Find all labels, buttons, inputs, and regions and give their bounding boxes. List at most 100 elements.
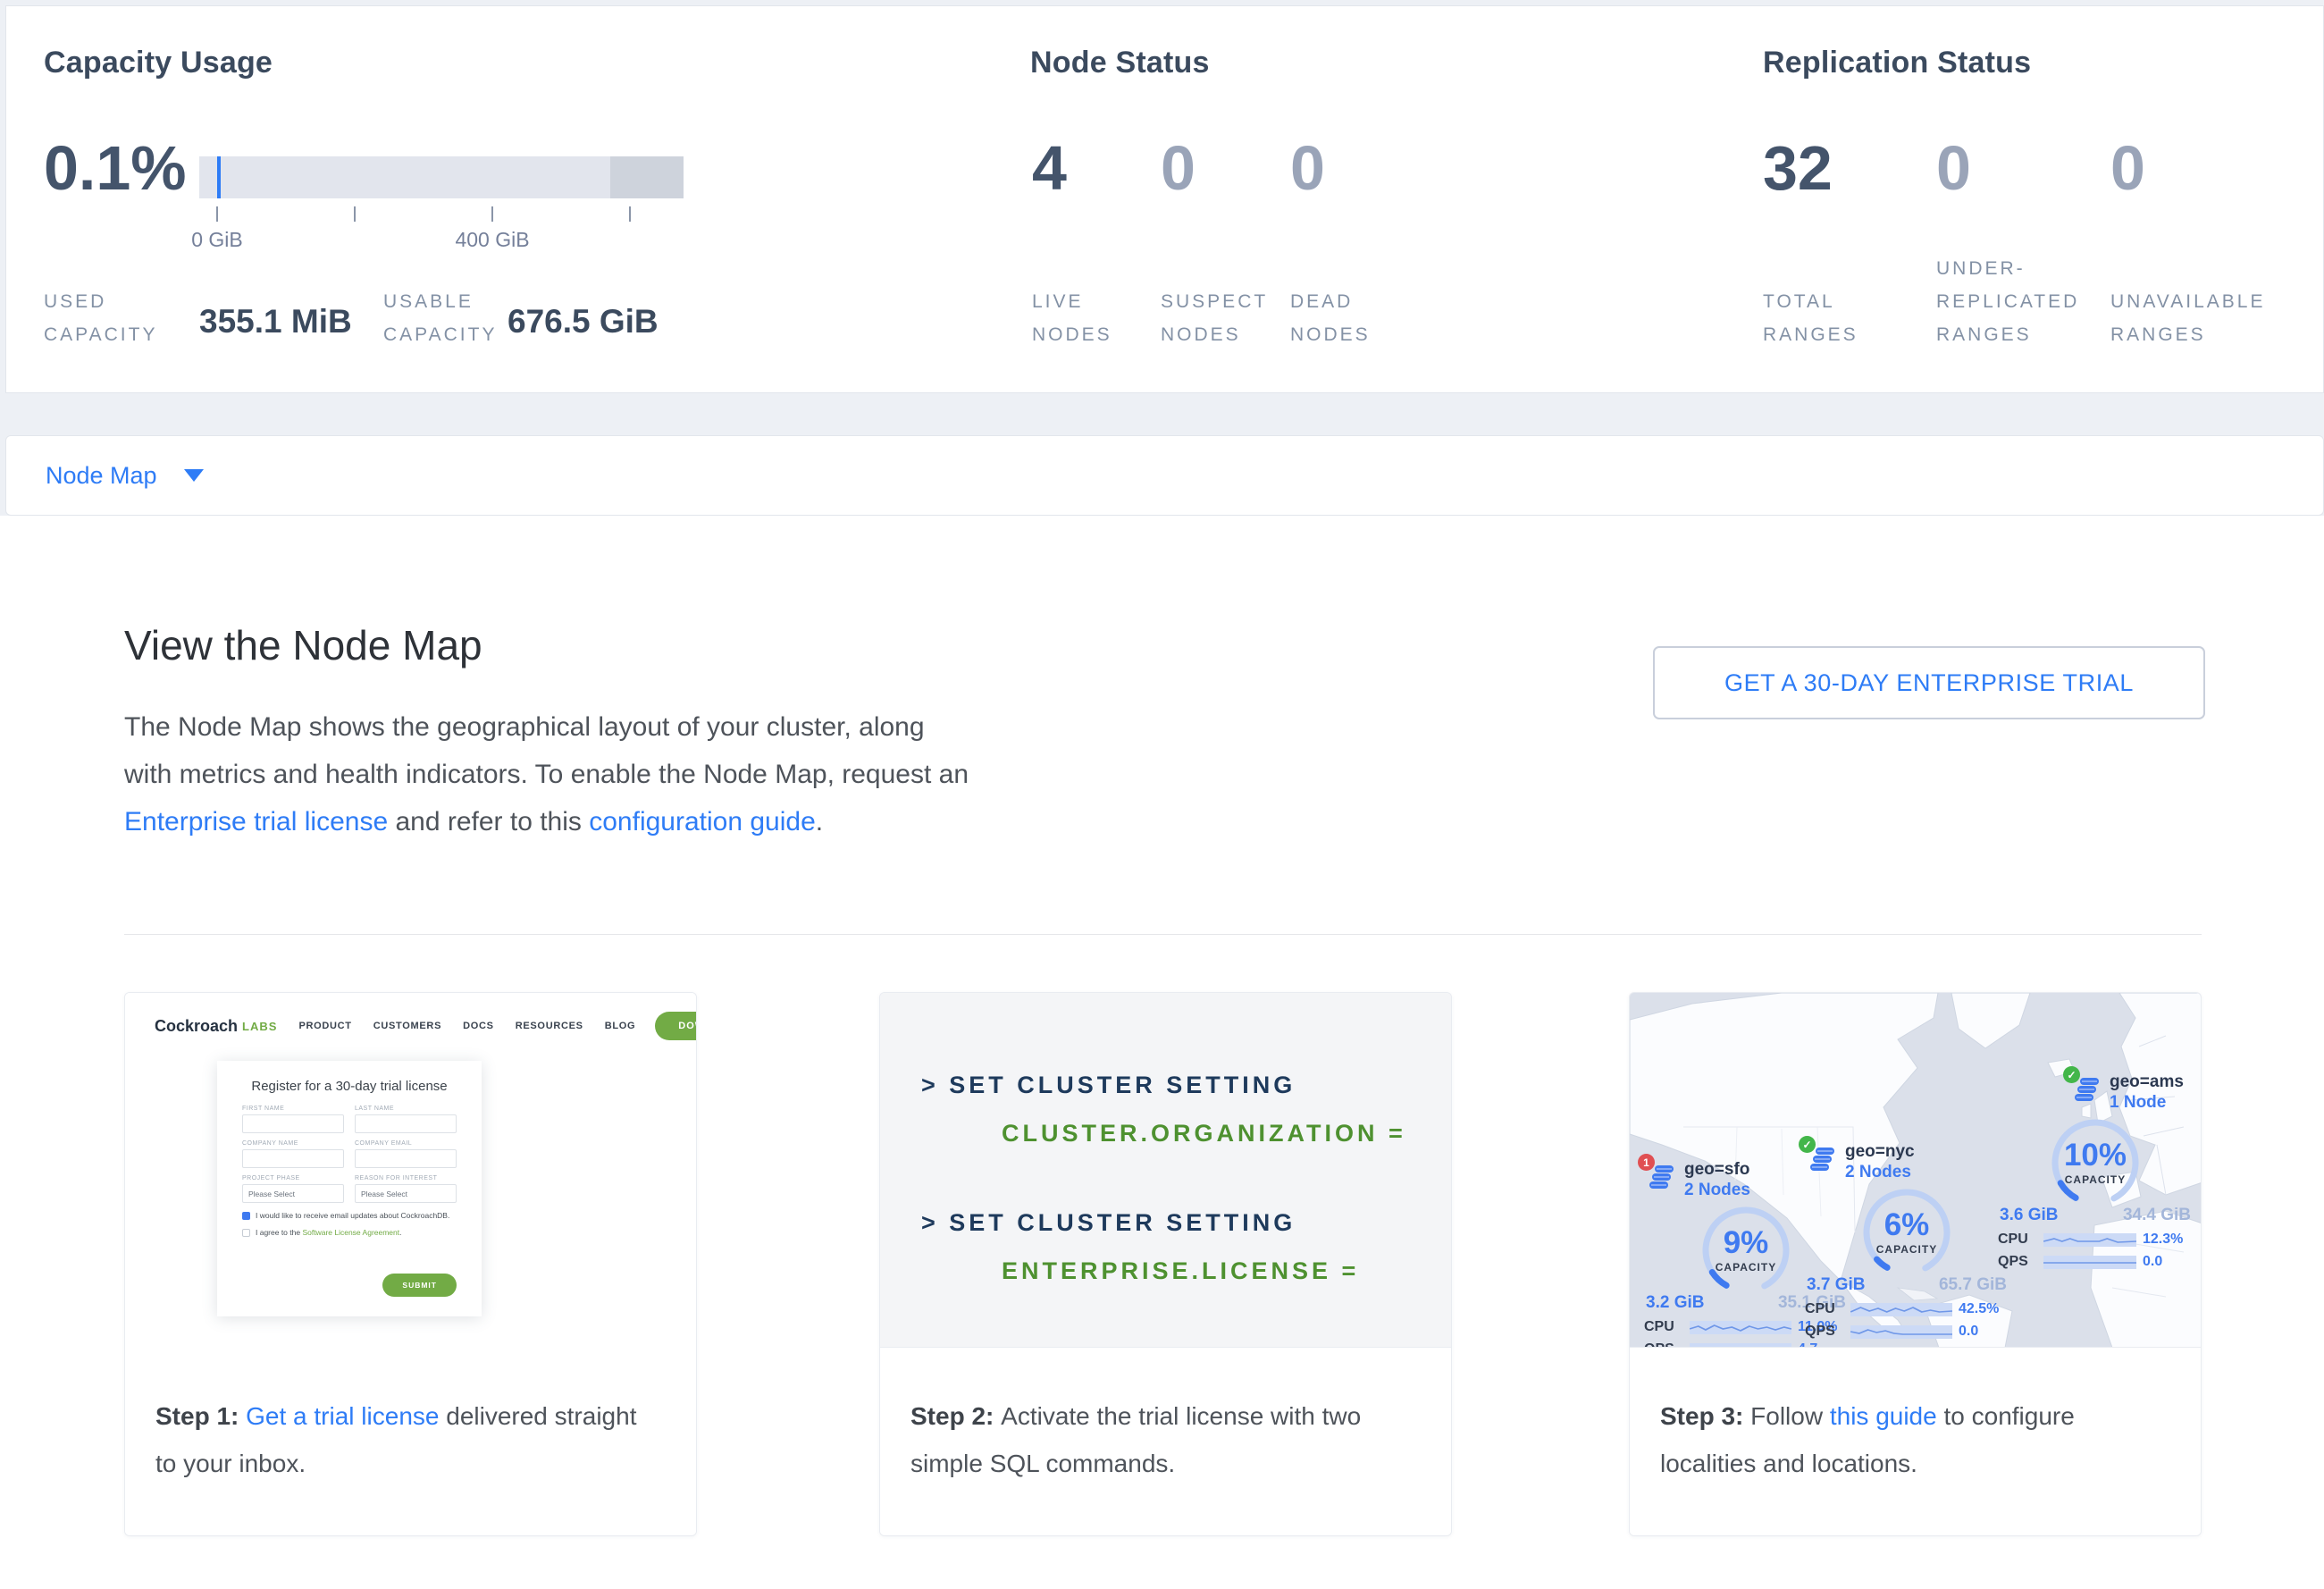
capacity-gauge: 9% CAPACITY	[1691, 1204, 1800, 1295]
field-project-phase: PROJECT PHASE Please Select	[242, 1175, 344, 1203]
map-location-ams: ✓ geo=ams 1 Node 10% CAPACITY	[1998, 1072, 2193, 1270]
cpu-label: CPU	[1998, 1232, 2037, 1248]
enterprise-trial-button[interactable]: GET A 30-DAY ENTERPRISE TRIAL	[1653, 646, 2205, 719]
location-labels: geo=ams 1 Node	[2110, 1072, 2184, 1113]
registration-fields: FIRST NAME LAST NAME COMPANY NAME COMPAN…	[242, 1106, 457, 1203]
location-name: geo=sfo	[1684, 1159, 1750, 1180]
cpu-label: CPU	[1805, 1301, 1844, 1317]
capacity-percent: 9%	[1691, 1225, 1800, 1261]
company-name-input	[242, 1149, 344, 1168]
field-reason: REASON FOR INTEREST Please Select	[355, 1175, 457, 1203]
capacity-range: 3.7 GiB 65.7 GiB	[1805, 1275, 2009, 1295]
capacity-axis-tick	[629, 206, 631, 222]
section-description: The Node Map shows the geographical layo…	[124, 703, 975, 845]
cpu-row: CPU 42.5%	[1805, 1301, 2009, 1317]
total-ranges-label: TOTAL RANGES	[1763, 285, 1879, 351]
nav-item-product: PRODUCT	[298, 1021, 351, 1031]
location-labels: geo=sfo 2 Nodes	[1684, 1159, 1750, 1200]
cpu-label: CPU	[1644, 1319, 1683, 1335]
location-name: geo=ams	[2110, 1072, 2184, 1092]
view-mode-dropdown-label[interactable]: Node Map	[46, 462, 157, 490]
total-capacity: 34.4 GiB	[2123, 1206, 2191, 1225]
section-divider	[124, 934, 2202, 935]
node-status-title: Node Status	[1030, 46, 1210, 80]
logo-text: Cockroach	[155, 1017, 238, 1036]
sql-line-1: > SET CLUSTER SETTING	[921, 1072, 1296, 1099]
step3-caption: Step 3: Follow this guide to configure l…	[1630, 1348, 2201, 1536]
location-labels: geo=nyc 2 Nodes	[1845, 1141, 1915, 1182]
capacity-percent: 6%	[1852, 1207, 1961, 1243]
cpu-sparkline	[1690, 1321, 1791, 1334]
sql-line-2: CLUSTER.ORGANIZATION =	[1002, 1120, 1406, 1148]
field-last-name: LAST NAME	[355, 1106, 457, 1133]
capacity-percent: 10%	[2041, 1138, 2150, 1173]
nav-item-blog: BLOG	[605, 1021, 636, 1031]
capacity-bar-reserved-segment	[610, 156, 684, 198]
first-name-input	[242, 1114, 344, 1133]
license-agreement-checkbox-row: I agree to the Software License Agreemen…	[242, 1228, 457, 1237]
step1-caption: Step 1: Get a trial license delivered st…	[125, 1348, 696, 1536]
project-phase-select: Please Select	[242, 1184, 344, 1203]
field-company-email: COMPANY EMAIL	[355, 1140, 457, 1168]
location-node-count: 1 Node	[2110, 1092, 2184, 1113]
suspect-nodes-label: SUSPECT NODES	[1161, 285, 1281, 351]
chevron-down-icon[interactable]	[184, 469, 204, 482]
qps-label: QPS	[1805, 1324, 1844, 1340]
email-updates-checkbox-row: I would like to receive email updates ab…	[242, 1211, 457, 1220]
qps-value: 4.7	[1798, 1341, 1848, 1348]
unavailable-ranges-label: UNAVAILABLE RANGES	[2110, 285, 2298, 351]
step3-card: 1 geo=sfo 2 Nodes 9% CAPACITY	[1629, 992, 2202, 1536]
capacity-word: CAPACITY	[2041, 1173, 2150, 1186]
trial-site-thumbnail: Cockroach LABS PRODUCT CUSTOMERS DOCS RE…	[125, 993, 696, 1348]
qps-value: 0.0	[1959, 1324, 2009, 1340]
qps-sparkline	[1850, 1325, 1952, 1339]
qps-row: QPS 4.7	[1644, 1341, 1848, 1348]
capacity-percent: 0.1%	[44, 137, 187, 199]
registration-form-title: Register for a 30-day trial license	[242, 1079, 457, 1094]
license-agreement-label: I agree to the Software License Agreemen…	[256, 1228, 402, 1237]
capacity-axis-tick	[491, 206, 493, 222]
qps-value: 0.0	[2143, 1254, 2193, 1270]
total-ranges-count: 32	[1763, 137, 1833, 199]
capacity-axis-tick	[216, 206, 218, 222]
cpu-value: 42.5%	[1959, 1301, 2009, 1317]
reason-select: Please Select	[355, 1184, 457, 1203]
email-updates-label: I would like to receive email updates ab…	[256, 1211, 449, 1220]
used-capacity-value: 355.1 MiB	[199, 303, 352, 340]
capacity-gauge: 6% CAPACITY	[1852, 1186, 1961, 1277]
location-node-count: 2 Nodes	[1845, 1162, 1915, 1182]
live-nodes-label: LIVE NODES	[1032, 285, 1139, 351]
location-node-count: 2 Nodes	[1684, 1180, 1750, 1200]
cluster-summary-panel: Capacity Usage 0.1% 0 GiB 400 GiB USED C…	[5, 5, 2324, 393]
database-icon: ✓	[1810, 1147, 1837, 1178]
step2-card: > SET CLUSTER SETTING CLUSTER.ORGANIZATI…	[879, 992, 1452, 1536]
location-name: geo=nyc	[1845, 1141, 1915, 1162]
capacity-tick-label-0: 0 GiB	[164, 228, 271, 252]
field-company-name: COMPANY NAME	[242, 1140, 344, 1168]
checkbox-checked-icon	[242, 1212, 250, 1220]
usable-capacity-label: USABLE CAPACITY	[383, 285, 517, 351]
suspect-nodes-count: 0	[1161, 137, 1196, 199]
capacity-usage-title: Capacity Usage	[44, 46, 273, 80]
field-label: COMPANY NAME	[242, 1140, 344, 1147]
cpu-value: 12.3%	[2143, 1232, 2193, 1248]
location-header: ✓ geo=nyc 2 Nodes	[1810, 1141, 2009, 1182]
field-label: REASON FOR INTEREST	[355, 1175, 457, 1181]
node-map-enable-section: View the Node Map The Node Map shows the…	[0, 516, 2324, 1589]
capacity-word: CAPACITY	[1691, 1261, 1800, 1274]
view-mode-dropdown[interactable]: Node Map	[5, 435, 2324, 516]
cpu-row: CPU 12.3%	[1998, 1232, 2193, 1248]
field-first-name: FIRST NAME	[242, 1106, 344, 1133]
location-header: ✓ geo=ams 1 Node	[2075, 1072, 2193, 1113]
nav-item-resources: RESOURCES	[516, 1021, 583, 1031]
warning-badge-icon: 1	[1638, 1154, 1655, 1171]
healthy-badge-icon: ✓	[2063, 1066, 2080, 1083]
used-capacity: 3.2 GiB	[1646, 1293, 1704, 1313]
under-replicated-ranges-count: 0	[1936, 137, 1971, 199]
capacity-bar: 0 GiB 400 GiB	[199, 156, 684, 198]
cpu-sparkline	[1850, 1303, 1952, 1316]
qps-sparkline	[2043, 1256, 2136, 1269]
checkbox-empty-icon	[242, 1229, 250, 1237]
step2-caption: Step 2: Activate the trial license with …	[880, 1348, 1451, 1536]
capacity-word: CAPACITY	[1852, 1243, 1961, 1256]
